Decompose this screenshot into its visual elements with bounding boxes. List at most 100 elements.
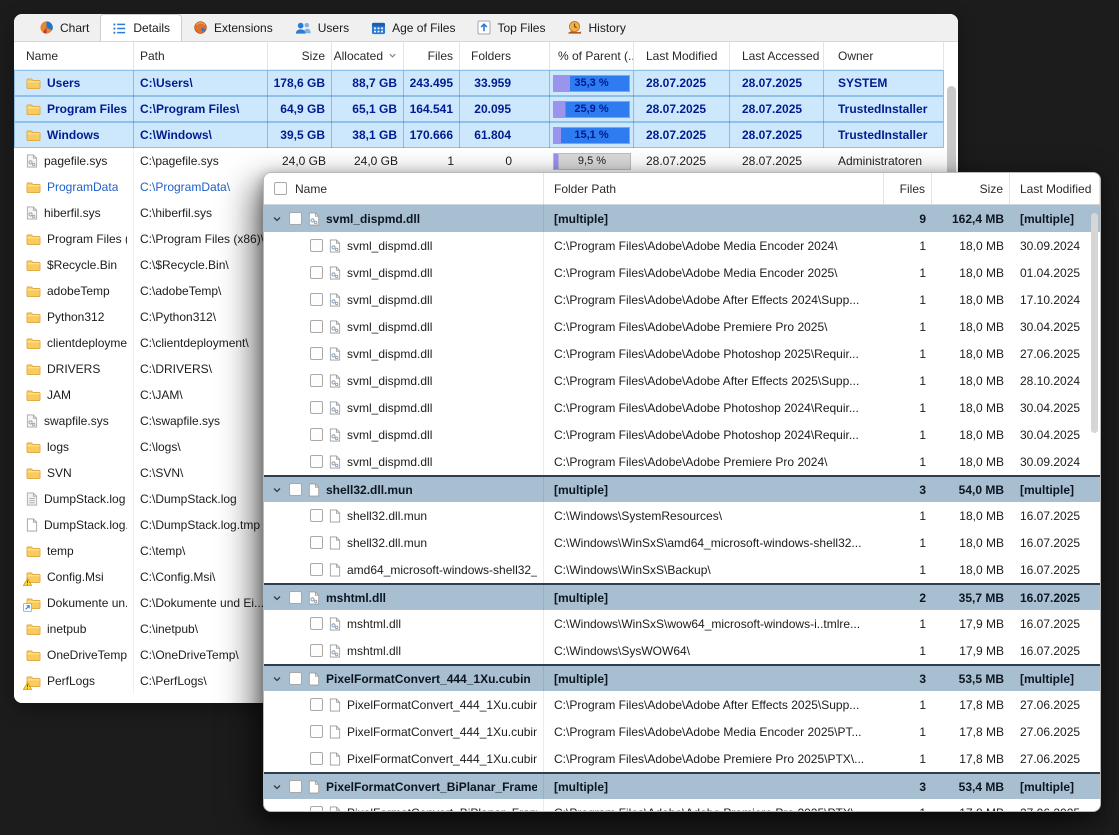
- file-path: C:\OneDriveTemp\: [134, 642, 268, 668]
- chevron-down-icon[interactable]: [270, 782, 283, 792]
- vertical-scrollbar[interactable]: [1090, 213, 1099, 801]
- duplicate-group-pixelformatconvert-444-1xu-cubin[interactable]: PixelFormatConvert_444_1Xu.cubin [multip…: [264, 664, 1100, 691]
- chevron-down-icon[interactable]: [270, 674, 283, 684]
- tab-top-files[interactable]: Top Files: [466, 14, 556, 41]
- checkbox[interactable]: [310, 698, 323, 711]
- group-folder-path: [multiple]: [544, 477, 884, 502]
- checkbox[interactable]: [289, 672, 302, 685]
- duplicate-file-shell32-dll-mun[interactable]: shell32.dll.mun C:\Windows\WinSxS\amd64_…: [264, 529, 1100, 556]
- duplicate-file-mshtml-dll[interactable]: mshtml.dll C:\Windows\WinSxS\wow64_micro…: [264, 610, 1100, 637]
- checkbox[interactable]: [310, 347, 323, 360]
- column-header-size[interactable]: Size: [268, 42, 332, 69]
- duplicate-file-pixelformatconvert-444-1xu-cubin[interactable]: PixelFormatConvert_444_1Xu.cubin C:\Prog…: [264, 691, 1100, 718]
- column-header-allocated[interactable]: Allocated: [332, 42, 404, 69]
- duplicate-file-svml-dispmd-dll[interactable]: svml_dispmd.dll C:\Program Files\Adobe\A…: [264, 394, 1100, 421]
- duplicate-group-svml-dispmd-dll[interactable]: svml_dispmd.dll [multiple] 9 162,4 MB [m…: [264, 205, 1100, 232]
- column-header-files[interactable]: Files: [884, 173, 932, 204]
- folder-icon: [26, 467, 41, 480]
- files-count: 1: [884, 286, 932, 313]
- checkbox[interactable]: [310, 725, 323, 738]
- duplicate-file-pixelformatconvert-444-1xu-cubin[interactable]: PixelFormatConvert_444_1Xu.cubin C:\Prog…: [264, 745, 1100, 772]
- chevron-down-icon[interactable]: [270, 214, 283, 224]
- checkbox[interactable]: [310, 806, 323, 811]
- duplicate-file-svml-dispmd-dll[interactable]: svml_dispmd.dll C:\Program Files\Adobe\A…: [264, 367, 1100, 394]
- duplicate-file-svml-dispmd-dll[interactable]: svml_dispmd.dll C:\Program Files\Adobe\A…: [264, 259, 1100, 286]
- column-header-last-accessed[interactable]: Last Accessed: [730, 42, 824, 69]
- duplicate-group-mshtml-dll[interactable]: mshtml.dll [multiple] 2 35,7 MB 16.07.20…: [264, 583, 1100, 610]
- duplicate-file-pixelformatconvert-444-1xu-cubin[interactable]: PixelFormatConvert_444_1Xu.cubin C:\Prog…: [264, 718, 1100, 745]
- allocated-value: 65,1 GB: [332, 96, 404, 122]
- duplicate-file-shell32-dll-mun[interactable]: shell32.dll.mun C:\Windows\SystemResourc…: [264, 502, 1100, 529]
- details-row-users[interactable]: Users C:\Users\ 178,6 GB 88,7 GB 243.495…: [14, 70, 944, 96]
- checkbox[interactable]: [310, 266, 323, 279]
- chevron-down-icon[interactable]: [270, 485, 283, 495]
- checkbox[interactable]: [310, 401, 323, 414]
- column-header-pct-of-parent[interactable]: % of Parent (...: [550, 42, 634, 69]
- checkbox[interactable]: [310, 293, 323, 306]
- folder-icon: [26, 311, 41, 324]
- file-name: DumpStack.log...: [44, 518, 127, 532]
- duplicate-file-svml-dispmd-dll[interactable]: svml_dispmd.dll C:\Program Files\Adobe\A…: [264, 232, 1100, 259]
- duplicate-file-svml-dispmd-dll[interactable]: svml_dispmd.dll C:\Program Files\Adobe\A…: [264, 340, 1100, 367]
- details-row-program-files[interactable]: Program Files C:\Program Files\ 64,9 GB …: [14, 96, 944, 122]
- checkbox[interactable]: [289, 483, 302, 496]
- percent-of-parent-bar: 15,1 %: [553, 127, 630, 144]
- file-path: C:\Config.Msi\: [134, 564, 268, 590]
- column-header-folders[interactable]: Folders: [460, 42, 550, 69]
- checkbox[interactable]: [310, 563, 323, 576]
- file-name: svml_dispmd.dll: [347, 293, 432, 307]
- last-modified-value: 27.06.2025: [1010, 799, 1100, 811]
- column-header-path[interactable]: Path: [134, 42, 268, 69]
- tab-history[interactable]: History: [556, 14, 636, 41]
- checkbox[interactable]: [310, 617, 323, 630]
- column-header-name[interactable]: Name: [264, 173, 544, 204]
- checkbox[interactable]: [289, 591, 302, 604]
- extensions-icon: [193, 20, 208, 35]
- size-value: 24,0 GB: [268, 148, 332, 174]
- checkbox[interactable]: [310, 644, 323, 657]
- duplicate-file-amd64-microsoft-windows-shell32-3[interactable]: amd64_microsoft-windows-shell32_3... C:\…: [264, 556, 1100, 583]
- checkbox[interactable]: [289, 212, 302, 225]
- chevron-down-icon[interactable]: [270, 593, 283, 603]
- checkbox[interactable]: [310, 374, 323, 387]
- group-size-value: 54,0 MB: [932, 477, 1010, 502]
- size-value: 18,0 MB: [932, 259, 1010, 286]
- dll-file-icon: [329, 617, 341, 631]
- checkbox[interactable]: [310, 536, 323, 549]
- tab-chart[interactable]: Chart: [28, 14, 100, 41]
- details-row-windows[interactable]: Windows C:\Windows\ 39,5 GB 38,1 GB 170.…: [14, 122, 944, 148]
- scrollbar-thumb[interactable]: [1091, 213, 1098, 433]
- column-header-last-modified[interactable]: Last Modified: [634, 42, 730, 69]
- duplicate-file-svml-dispmd-dll[interactable]: svml_dispmd.dll C:\Program Files\Adobe\A…: [264, 421, 1100, 448]
- duplicate-file-svml-dispmd-dll[interactable]: svml_dispmd.dll C:\Program Files\Adobe\A…: [264, 448, 1100, 475]
- checkbox[interactable]: [289, 780, 302, 793]
- checkbox[interactable]: [310, 428, 323, 441]
- column-header-size[interactable]: Size: [932, 173, 1010, 204]
- checkbox[interactable]: [310, 752, 323, 765]
- tab-details[interactable]: Details: [100, 14, 182, 41]
- duplicate-file-mshtml-dll[interactable]: mshtml.dll C:\Windows\SysWOW64\ 1 17,9 M…: [264, 637, 1100, 664]
- tab-label: Users: [318, 21, 349, 35]
- size-value: 18,0 MB: [932, 313, 1010, 340]
- tab-users[interactable]: Users: [284, 14, 360, 41]
- tab-age-of-files[interactable]: Age of Files: [360, 14, 466, 41]
- duplicate-group-shell32-dll-mun[interactable]: shell32.dll.mun [multiple] 3 54,0 MB [mu…: [264, 475, 1100, 502]
- column-header-owner[interactable]: Owner: [824, 42, 944, 69]
- tab-extensions[interactable]: Extensions: [182, 14, 284, 41]
- checkbox[interactable]: [310, 509, 323, 522]
- column-header-folder-path[interactable]: Folder Path: [544, 173, 884, 204]
- column-header-files[interactable]: Files: [404, 42, 460, 69]
- duplicate-file-svml-dispmd-dll[interactable]: svml_dispmd.dll C:\Program Files\Adobe\A…: [264, 313, 1100, 340]
- duplicate-file-svml-dispmd-dll[interactable]: svml_dispmd.dll C:\Program Files\Adobe\A…: [264, 286, 1100, 313]
- duplicate-group-pixelformatconvert-biplanar-frame-c[interactable]: PixelFormatConvert_BiPlanar_Frame.c... […: [264, 772, 1100, 799]
- size-value: 18,0 MB: [932, 502, 1010, 529]
- duplicate-file-pixelformatconvert-biplanar-frame-c[interactable]: PixelFormatConvert_BiPlanar_Frame.c... C…: [264, 799, 1100, 811]
- checkbox[interactable]: [310, 239, 323, 252]
- size-value: 18,0 MB: [932, 286, 1010, 313]
- details-row-pagefile-sys[interactable]: pagefile.sys C:\pagefile.sys 24,0 GB 24,…: [14, 148, 944, 174]
- checkbox[interactable]: [310, 455, 323, 468]
- select-all-checkbox[interactable]: [274, 182, 287, 195]
- checkbox[interactable]: [310, 320, 323, 333]
- column-header-name[interactable]: Name: [14, 42, 134, 69]
- column-header-last-modified[interactable]: Last Modified: [1010, 173, 1100, 204]
